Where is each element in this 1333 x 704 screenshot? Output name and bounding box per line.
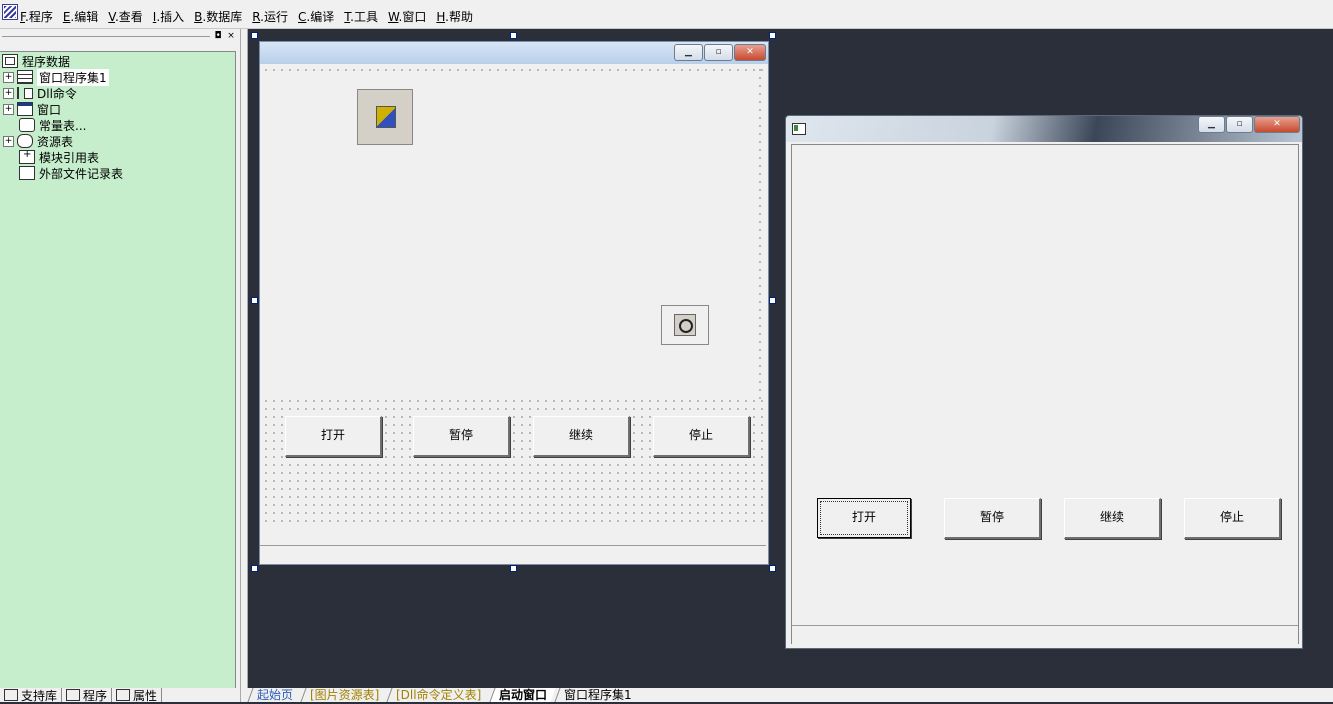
resize-handle[interactable] <box>769 32 776 39</box>
running-client-area: 打开 暂停 继续 停止 <box>791 144 1299 644</box>
resize-handle[interactable] <box>251 32 258 39</box>
menu-database[interactable]: B.数据库 <box>194 8 242 25</box>
pause-button[interactable]: 暂停 <box>413 416 510 457</box>
dll-icon <box>17 87 33 99</box>
file-icon <box>19 166 35 180</box>
constant-icon <box>19 118 35 132</box>
tree-item-dll[interactable]: + Dll命令 <box>0 85 77 101</box>
program-icon <box>66 689 81 701</box>
menu-program[interactable]: F.程序 <box>20 8 53 25</box>
tree-item-window-assembly[interactable]: + 窗口程序集1 <box>0 68 109 86</box>
timer-control[interactable] <box>661 305 709 345</box>
panel-titlebar: ◘ × <box>0 29 240 43</box>
window-app-icon <box>792 123 806 135</box>
panel-splitter[interactable] <box>240 29 248 702</box>
project-tree: 程序数据 + 窗口程序集1 + Dll命令 + 窗口 常量表... + 资源表 <box>0 51 236 688</box>
designer-statusbar <box>260 545 766 564</box>
resume-button[interactable]: 继续 <box>1064 498 1161 539</box>
tree-item-window[interactable]: + 窗口 <box>0 101 61 117</box>
tree-item-constants[interactable]: 常量表... <box>19 117 86 133</box>
module-icon <box>19 149 35 164</box>
program-data-icon <box>2 54 18 68</box>
grid-dots <box>262 66 766 72</box>
running-statusbar <box>792 625 1298 644</box>
picture-box-control[interactable] <box>357 89 413 145</box>
stop-button[interactable]: 停止 <box>653 416 750 457</box>
close-icon[interactable]: × <box>226 31 236 41</box>
minimize-button[interactable]: ▁ <box>1198 116 1225 133</box>
tab-startup-window[interactable]: 启动窗口 <box>489 688 556 702</box>
tree-item-resources[interactable]: + 资源表 <box>0 133 73 149</box>
resize-handle[interactable] <box>510 565 517 572</box>
tab-image-resources[interactable]: [图片资源表] <box>300 688 388 702</box>
menu-items: F.程序 E.编辑 V.查看 I.插入 B.数据库 R.运行 C.编译 T.工具… <box>20 8 473 25</box>
close-icon: ✕ <box>734 44 766 61</box>
tab-start-page[interactable]: 起始页 <box>247 688 302 702</box>
project-panel: ◘ × 程序数据 + 窗口程序集1 + Dll命令 + 窗口 常量表... + <box>0 29 240 688</box>
menu-view[interactable]: V.查看 <box>108 8 143 25</box>
tab-program[interactable]: 程序 <box>62 688 113 703</box>
expand-icon[interactable]: + <box>3 135 14 147</box>
resource-icon <box>17 134 33 148</box>
form-designer[interactable]: ▁ ▫ ✕ 打开 暂停 继续 停止 <box>259 41 769 565</box>
menu-window[interactable]: W.窗口 <box>388 8 426 25</box>
expand-icon[interactable]: + <box>3 103 14 115</box>
tree-root[interactable]: 程序数据 <box>0 53 70 69</box>
designer-titlebar: ▁ ▫ ✕ <box>260 42 768 64</box>
tab-support-library[interactable]: 支持库 <box>0 688 63 703</box>
library-icon <box>4 689 18 701</box>
maximize-button[interactable]: ▫ <box>1226 116 1253 133</box>
resize-handle[interactable] <box>769 297 776 304</box>
resume-button[interactable]: 继续 <box>533 416 630 457</box>
app-icon[interactable] <box>2 4 18 20</box>
expand-icon[interactable]: + <box>3 87 14 99</box>
close-button[interactable]: ✕ <box>1254 116 1300 133</box>
open-button[interactable]: 打开 <box>285 416 382 457</box>
running-titlebar[interactable]: ▁ ▫ ✕ <box>786 116 1302 142</box>
minimize-icon: ▁ <box>674 44 703 61</box>
menu-compile[interactable]: C.编译 <box>298 8 334 25</box>
properties-icon <box>116 689 131 701</box>
menu-edit[interactable]: E.编辑 <box>63 8 98 25</box>
timer-icon <box>674 314 696 336</box>
resize-handle[interactable] <box>251 565 258 572</box>
running-window[interactable]: ▁ ▫ ✕ 打开 暂停 继续 停止 <box>785 115 1303 649</box>
menu-help[interactable]: H.帮助 <box>436 8 473 25</box>
menu-insert[interactable]: I.插入 <box>153 8 184 25</box>
tab-dll-definitions[interactable]: [Dll命令定义表] <box>386 688 491 702</box>
expand-icon[interactable]: + <box>3 71 14 83</box>
panel-tabs: 支持库 程序 属性 <box>0 688 240 703</box>
picture-icon <box>376 106 396 128</box>
menu-bar: F.程序 E.编辑 V.查看 I.插入 B.数据库 R.运行 C.编译 T.工具… <box>0 0 1333 29</box>
tab-window-assembly[interactable]: 窗口程序集1 <box>554 688 640 702</box>
grid-dots <box>756 66 766 401</box>
pin-icon[interactable]: ◘ <box>213 31 223 41</box>
maximize-icon: ▫ <box>704 44 733 61</box>
open-button[interactable]: 打开 <box>817 498 911 538</box>
tree-item-external-files[interactable]: 外部文件记录表 <box>19 165 123 181</box>
window-icon <box>17 102 33 116</box>
tab-properties[interactable]: 属性 <box>112 688 163 703</box>
pause-button[interactable]: 暂停 <box>944 498 1041 539</box>
resize-handle[interactable] <box>510 32 517 39</box>
tree-item-modules[interactable]: 模块引用表 <box>19 149 99 165</box>
resize-handle[interactable] <box>251 297 258 304</box>
stack-icon <box>17 70 33 84</box>
menu-run[interactable]: R.运行 <box>252 8 288 25</box>
menu-tools[interactable]: T.工具 <box>344 8 378 25</box>
stop-button[interactable]: 停止 <box>1184 498 1281 539</box>
document-tabs: 起始页 [图片资源表] [Dll命令定义表] 启动窗口 窗口程序集1 <box>246 688 1333 702</box>
resize-handle[interactable] <box>769 565 776 572</box>
